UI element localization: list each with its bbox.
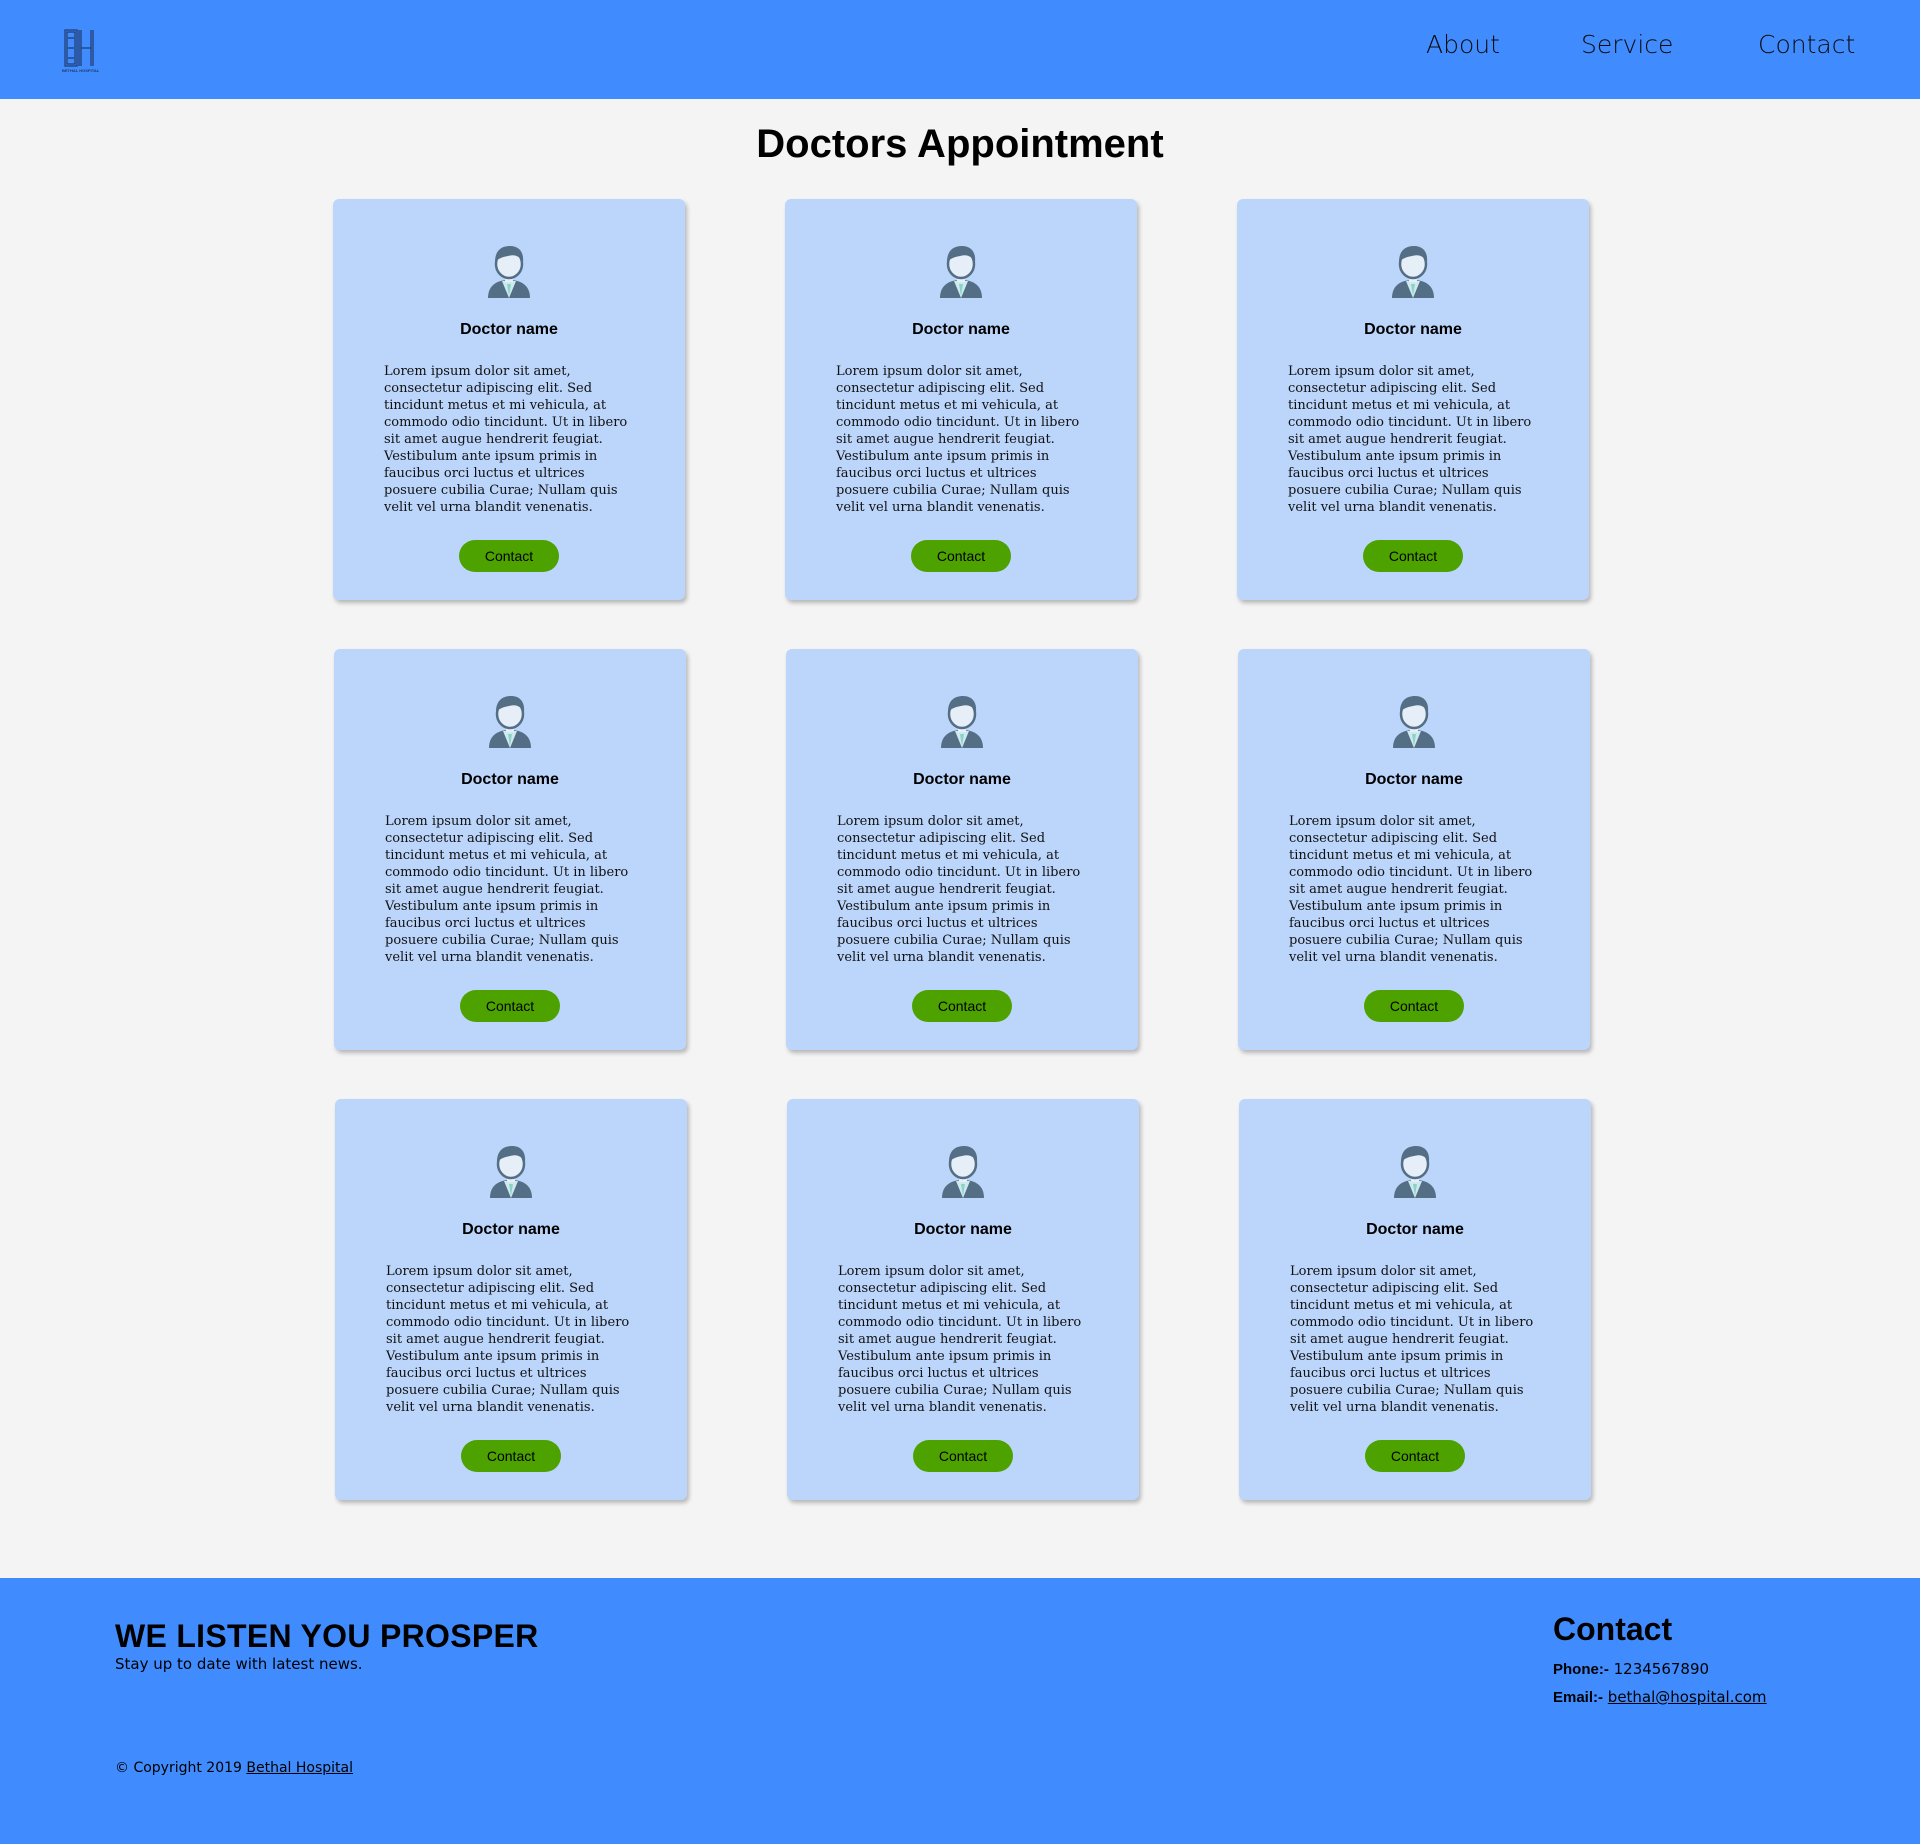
phone-value: 1234567890 [1613,1660,1710,1678]
doctor-name: Doctor name [913,771,1011,788]
doctor-name: Doctor name [461,771,559,788]
contact-button[interactable]: Contact [1364,990,1464,1022]
contact-button[interactable]: Contact [460,990,560,1022]
footer-subtext: Stay up to date with latest news. [115,1655,363,1673]
copyright-link[interactable]: Bethal Hospital [246,1760,353,1776]
email-label: Email:- [1553,1689,1604,1706]
page-title: Doctors Appointment [756,122,1164,166]
doctor-card-9: Doctor name Lorem ipsum dolor sit amet, … [1239,1099,1591,1500]
doctor-description: Lorem ipsum dolor sit amet, consectetur … [384,364,628,515]
doctor-avatar-icon [488,246,530,298]
doctor-avatar-icon [1392,246,1434,298]
doctor-name: Doctor name [460,321,558,338]
doctor-name: Doctor name [1365,771,1463,788]
contact-button[interactable]: Contact [913,1440,1013,1472]
hospital-logo[interactable]: BETHAL HOSPITAL [62,28,106,74]
doctor-description: Lorem ipsum dolor sit amet, consectetur … [386,1264,630,1415]
doctor-card-2: Doctor name Lorem ipsum dolor sit amet, … [785,199,1137,600]
doctor-description: Lorem ipsum dolor sit amet, consectetur … [838,1264,1082,1415]
doctor-card-5: Doctor name Lorem ipsum dolor sit amet, … [786,649,1138,1050]
contact-button[interactable]: Contact [1365,1440,1465,1472]
footer-phone: Phone:- 1234567890 [1553,1660,1709,1678]
doctor-card-7: Doctor name Lorem ipsum dolor sit amet, … [335,1099,687,1500]
footer-slogan: WE LISTEN YOU PROSPER [115,1618,539,1654]
email-link[interactable]: bethal@hospital.com [1608,1688,1767,1706]
doctor-avatar-icon [942,1146,984,1198]
contact-button[interactable]: Contact [912,990,1012,1022]
doctor-avatar-icon [941,696,983,748]
doctor-card-6: Doctor name Lorem ipsum dolor sit amet, … [1238,649,1590,1050]
doctor-description: Lorem ipsum dolor sit amet, consectetur … [836,364,1080,515]
doctor-avatar-icon [490,1146,532,1198]
doctor-description: Lorem ipsum dolor sit amet, consectetur … [385,814,629,965]
doctor-card-8: Doctor name Lorem ipsum dolor sit amet, … [787,1099,1139,1500]
doctor-name: Doctor name [462,1221,560,1238]
doctor-avatar-icon [1394,1146,1436,1198]
doctor-avatar-icon [940,246,982,298]
contact-button[interactable]: Contact [461,1440,561,1472]
doctor-avatar-icon [489,696,531,748]
nav-service[interactable]: Service [1581,30,1673,59]
nav-about[interactable]: About [1426,30,1500,59]
logo-text: BETHAL HOSPITAL [62,68,100,73]
doctor-avatar-icon [1393,696,1435,748]
doctor-name: Doctor name [1364,321,1462,338]
header: BETHAL HOSPITAL About Service Contact [0,0,1920,99]
doctor-name: Doctor name [1366,1221,1464,1238]
doctor-description: Lorem ipsum dolor sit amet, consectetur … [837,814,1081,965]
footer-email: Email:- bethal@hospital.com [1553,1688,1767,1706]
doctor-card-1: Doctor name Lorem ipsum dolor sit amet, … [333,199,685,600]
doctor-description: Lorem ipsum dolor sit amet, consectetur … [1290,1264,1534,1415]
contact-button[interactable]: Contact [911,540,1011,572]
phone-label: Phone:- [1553,1661,1609,1678]
nav-contact[interactable]: Contact [1758,30,1855,59]
doctor-description: Lorem ipsum dolor sit amet, consectetur … [1288,364,1532,515]
doctor-card-4: Doctor name Lorem ipsum dolor sit amet, … [334,649,686,1050]
contact-button[interactable]: Contact [459,540,559,572]
doctor-card-3: Doctor name Lorem ipsum dolor sit amet, … [1237,199,1589,600]
footer-contact-heading: Contact [1553,1611,1673,1647]
footer: WE LISTEN YOU PROSPER Stay up to date wi… [0,1578,1920,1844]
contact-button[interactable]: Contact [1363,540,1463,572]
doctor-name: Doctor name [912,321,1010,338]
copyright: © Copyright 2019 Bethal Hospital [115,1760,353,1776]
doctor-name: Doctor name [914,1221,1012,1238]
doctor-description: Lorem ipsum dolor sit amet, consectetur … [1289,814,1533,965]
copyright-text: © Copyright 2019 [115,1760,242,1776]
